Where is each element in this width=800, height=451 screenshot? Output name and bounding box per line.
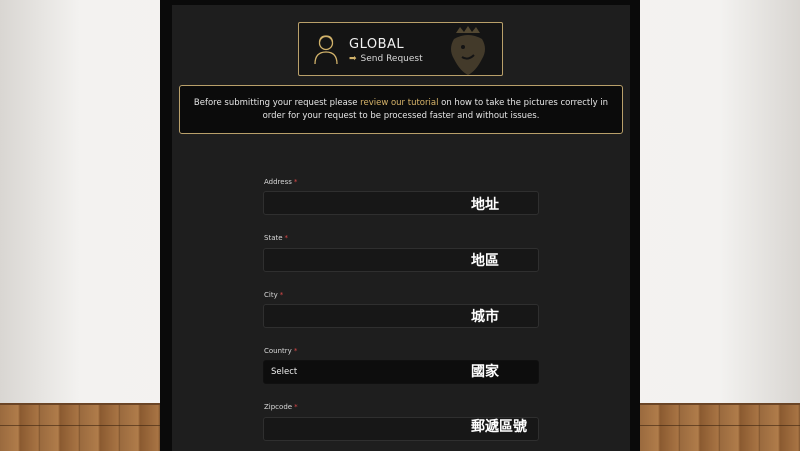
notice-text: Before submitting your request please re…: [192, 97, 610, 123]
address-annotation: 地址: [471, 197, 499, 213]
zipcode-label-text: Zipcode: [264, 403, 293, 411]
country-annotation: 國家: [471, 364, 499, 380]
state-annotation: 地區: [471, 253, 499, 269]
required-marker: *: [284, 234, 289, 242]
subtitle-text: Send Request: [360, 54, 423, 64]
country-label: Country *: [264, 347, 297, 355]
city-annotation: 城市: [471, 309, 499, 325]
state-label: State *: [264, 234, 288, 242]
lion-crest-icon: [451, 26, 485, 75]
country-label-text: Country: [264, 347, 292, 355]
required-marker: *: [294, 403, 298, 411]
tutorial-notice: Before submitting your request please re…: [179, 85, 623, 134]
state-label-text: State: [264, 234, 283, 242]
country-selected-value: Select: [271, 367, 298, 377]
user-icon: [314, 35, 338, 65]
brand-title: GLOBAL: [349, 37, 405, 52]
address-label-text: Address: [264, 178, 292, 186]
tutorial-link[interactable]: review our tutorial: [360, 98, 438, 108]
address-label: Address *: [264, 178, 297, 186]
brand-subtitle: ➡ Send Request: [349, 54, 423, 64]
arrow-right-icon: ➡: [349, 54, 357, 64]
city-label-text: City: [264, 291, 278, 299]
notice-text-before: Before submitting your request please: [193, 97, 361, 108]
brand-banner: GLOBAL ➡ Send Request: [298, 22, 503, 76]
required-marker: *: [293, 347, 298, 355]
required-marker: *: [279, 291, 284, 299]
zipcode-label: Zipcode *: [264, 403, 298, 411]
city-label: City *: [264, 291, 283, 299]
zipcode-annotation: 郵遞區號: [471, 419, 527, 435]
required-marker: *: [293, 178, 298, 186]
